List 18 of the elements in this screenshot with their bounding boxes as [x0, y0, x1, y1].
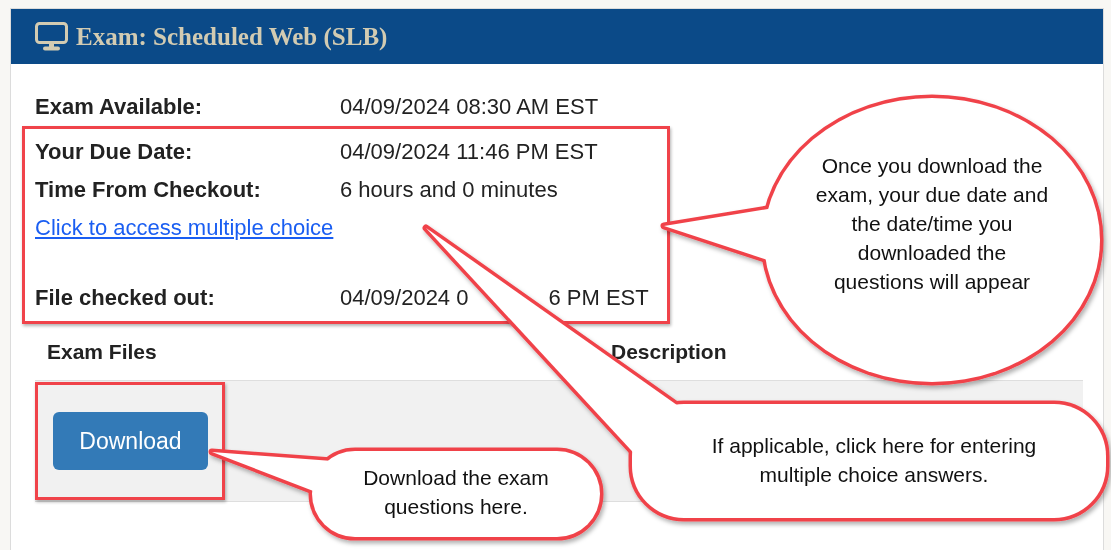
field-value: 04/09/2024 08:30 AM EST — [340, 94, 599, 120]
field-value: 6 hours and 0 minutes — [340, 177, 558, 203]
callout-text: If applicable, click here for entering multiple choice answers. — [710, 433, 1038, 488]
field-label: Your Due Date: — [35, 139, 194, 165]
field-label: Time From Checkout: — [35, 177, 262, 203]
column-header: Exam Files — [47, 340, 158, 364]
field-value: 6 PM EST — [548, 285, 649, 311]
column-header: Description — [611, 340, 728, 364]
panel-title: Exam: Scheduled Web (SLB) — [76, 22, 388, 51]
multiple-choice-link[interactable]: Click to access multiple choice — [35, 215, 334, 241]
field-label: File checked out: — [35, 285, 216, 311]
field-label: Exam Available: — [35, 94, 204, 120]
field-value: 04/09/2024 11:46 PM EST — [340, 139, 598, 165]
callout-text: Download the exam questions here. — [362, 465, 550, 520]
field-value: 04/09/2024 0 — [340, 285, 469, 311]
monitor-icon — [35, 22, 68, 51]
callout-text: Once you download the exam, your due date and the date/time you downloaded the questions will appear — [814, 153, 1050, 295]
download-button[interactable]: Download — [53, 412, 208, 470]
